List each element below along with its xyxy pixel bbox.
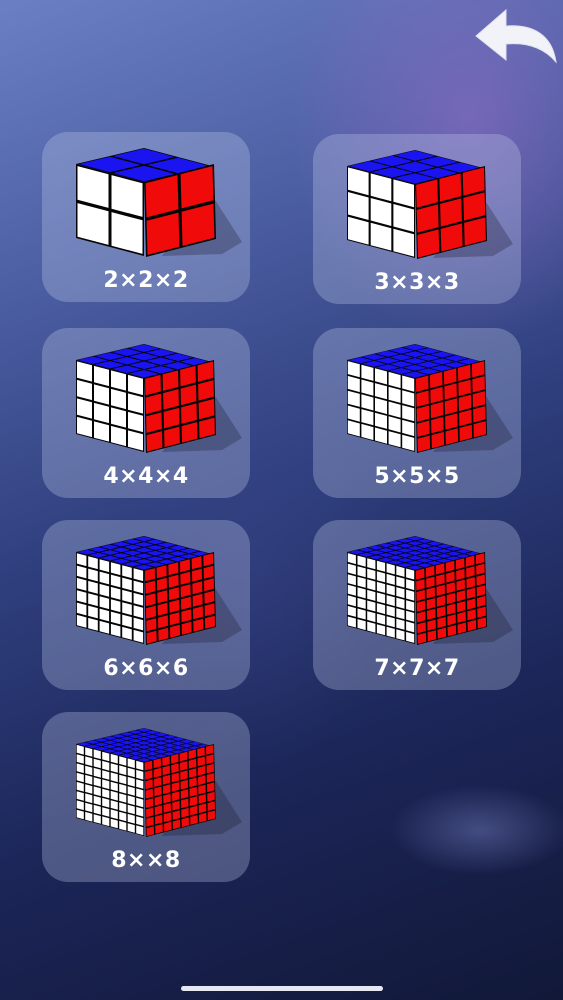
level-label: 5×5×5 [374, 464, 460, 489]
level-label: 3×3×3 [374, 270, 460, 295]
level-label: 6×6×6 [103, 656, 189, 681]
cube-5-icon [347, 344, 513, 453]
level-2-button[interactable]: 2×2×2 [42, 132, 250, 302]
level-6-button[interactable]: 6×6×6 [42, 520, 250, 690]
cube-3-icon [347, 150, 513, 259]
level-4-button[interactable]: 4×4×4 [42, 328, 250, 498]
back-icon[interactable] [470, 4, 562, 70]
level-7-button[interactable]: 7×7×7 [313, 520, 521, 690]
level-8-button[interactable]: 8××8 [42, 712, 250, 882]
level-label: 8××8 [111, 848, 181, 873]
level-label: 4×4×4 [103, 464, 189, 489]
level-label: 7×7×7 [374, 656, 460, 681]
cube-4-icon [76, 344, 242, 453]
level-3-button[interactable]: 3×3×3 [313, 134, 521, 304]
cube-7-icon [347, 536, 513, 645]
cube-6-icon [76, 536, 242, 645]
home-indicator [181, 986, 383, 991]
cube-8-icon [76, 728, 242, 837]
level-5-button[interactable]: 5×5×5 [313, 328, 521, 498]
cube-2-icon [76, 148, 242, 257]
level-label: 2×2×2 [103, 268, 189, 293]
